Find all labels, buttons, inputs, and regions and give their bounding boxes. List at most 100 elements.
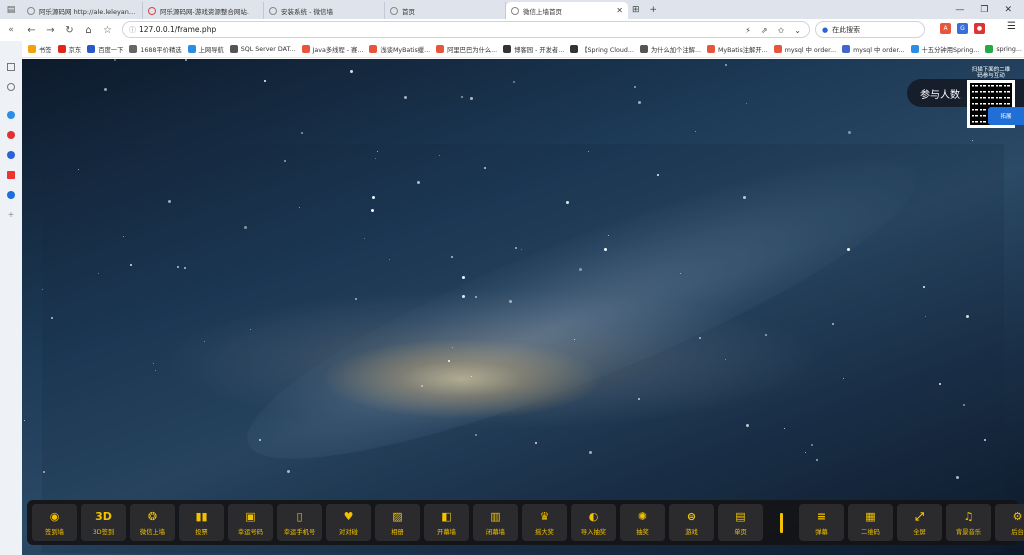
toolbar-button-page[interactable]: ▤ 单页 [718,504,763,541]
pen-panel-icon[interactable] [7,83,15,91]
tab-0[interactable]: 阿乐源码网 http://ale.leleyangyo [22,2,143,19]
toolbar-button-fullscreen[interactable]: ⤢ 全屏 [897,504,942,541]
blue-app-icon[interactable] [7,111,15,119]
tab-2[interactable]: 安装系统 - 微信墙 [264,2,385,19]
add-panel-icon[interactable]: + [7,211,15,219]
clock-app-icon[interactable] [7,191,15,199]
toolbar-button-trophy[interactable]: ♛ 摇大奖 [522,504,567,541]
image-icon: ▨ [392,510,403,523]
bookmark-item[interactable]: mysql 中 order... [842,45,905,54]
toolbar-label: 游戏 [685,528,698,536]
pdf-extension-icon[interactable]: A [940,23,951,34]
bookmark-label: 【Spring Cloud... [581,46,634,54]
toolbar-button-qrcode[interactable]: ▦ 二维码 [848,504,893,541]
bookmark-label: 1688平价精选 [140,46,182,54]
bookmark-item[interactable]: SQL Server DAT... [229,45,296,53]
red-app-icon[interactable] [7,131,15,139]
star-dot [471,376,472,377]
bookmark-item[interactable]: 1688平价精选 [129,45,182,54]
address-bar[interactable]: ⓘ 127.0.0.1/frame.php ⚡ ⇗ ✩ ⌄ [122,21,810,38]
red-extension-icon[interactable]: ● [974,23,985,34]
phone-icon: ▯ [296,510,303,523]
bookmark-item[interactable]: 书签 [28,45,52,54]
bookmark-item[interactable]: 浅谈MyBatis缓... [369,45,430,54]
browser-window: ▤ 阿乐源码网 http://ale.leleyangyo 阿乐源码网-游戏资源… [0,0,1024,555]
mail-app-icon[interactable] [7,171,15,179]
star-dot [725,359,726,360]
bookmark-favicon-icon [301,45,310,53]
home-button[interactable]: ⌂ [79,25,98,36]
toolbar-button-curtain-close[interactable]: ▥ 闭幕墙 [473,504,518,541]
chart-icon: ▮▮ [195,510,208,523]
toolbar-button-ticket[interactable]: ▣ 幸运号码 [228,504,273,541]
bookmark-item[interactable]: 上网导航 [187,45,224,54]
fullscreen-icon: ⤢ [915,509,924,523]
tab-4-active[interactable]: 微信上墙首页 ✕ [506,2,628,19]
new-tab-button[interactable]: + [650,5,658,15]
tab-1[interactable]: 阿乐源码网-游戏资源整合网站. [143,2,264,19]
favorite-star-button[interactable]: ☆ [98,25,117,36]
dropdown-icon[interactable]: ⌄ [794,26,801,35]
paw-app-icon[interactable] [7,151,15,159]
bookmark-star-icon[interactable]: ✩ [778,26,785,35]
toolbar-label: 摇大奖 [535,528,554,536]
tab-grid-icon[interactable]: ⊞ [632,5,640,15]
share-icon[interactable]: ⇗ [761,26,768,35]
star-dot [259,439,261,441]
toolbar-button-3d[interactable]: 3D 3D签到 [81,504,126,541]
forward-button[interactable]: → [41,25,60,36]
reload-button[interactable]: ↻ [60,25,79,36]
toolbar-button-chart[interactable]: ▮▮ 投票 [179,504,224,541]
star-dot [244,226,247,229]
participants-label: 参与人数 [920,89,960,101]
translate-extension-icon[interactable]: G [957,23,968,34]
tab-sidebar-icon[interactable]: ▤ [0,0,22,19]
search-input[interactable]: ● 在此搜索 [815,21,925,38]
bookmark-item[interactable]: 阿里巴巴为什么... [436,45,497,54]
toolbar-button-heart[interactable]: ♥ 对对碰 [326,504,371,541]
lightning-icon[interactable]: ⚡ [745,26,751,35]
star-dot [765,334,767,336]
bookmark-item[interactable]: MyBatis注解开... [706,45,768,54]
star-panel-icon[interactable] [7,63,15,71]
toolbar-button-phone[interactable]: ▯ 幸运手机号 [277,504,322,541]
toolbar-button-music[interactable]: ♫ 背景音乐 [946,504,991,541]
bookmark-item[interactable]: 【Spring Cloud... [570,45,634,54]
toolbar-button-import[interactable]: ◐ 导入抽奖 [571,504,616,541]
back-button[interactable]: ← [22,25,41,36]
bookmark-label: spring... [996,45,1022,53]
toolbar-button-curtain-open[interactable]: ◧ 开幕墙 [424,504,469,541]
bookmark-item[interactable]: Java多线程 - 赛... [301,45,363,54]
3d-icon: 3D [95,510,112,523]
bookmark-item[interactable]: 为什么加个注解... [639,45,701,54]
side-badge[interactable]: 拓展 [988,107,1024,125]
close-icon[interactable]: ✕ [616,6,623,15]
bookmark-item[interactable]: 百度一下 [87,45,123,54]
toolbar-button-gamepad[interactable]: ⊜ 游戏 [669,504,714,541]
toolbar-button-pin[interactable]: ◉ 签到墙 [32,504,77,541]
star-dot [608,235,609,236]
tab-3[interactable]: 首页 [385,2,506,19]
star-dot [168,200,171,203]
bookmark-item[interactable]: 博客园 - 开发者... [503,45,564,54]
toolbar-label: 抽奖 [636,528,649,536]
toolbar-button-image[interactable]: ▨ 相册 [375,504,420,541]
bookmark-item[interactable]: 京东 [57,45,82,54]
bookmark-item[interactable]: 十五分钟用Spring... [910,45,979,54]
star-dot [130,264,132,266]
bookmark-item[interactable]: mysql 中 order... [773,45,836,54]
star-dot [638,101,641,104]
collapse-icon[interactable]: « [0,25,22,35]
toolbar-button-wheel[interactable]: ✺ 抽奖 [620,504,665,541]
menu-icon[interactable]: ☰ [1007,21,1016,32]
toolbar-button-gear[interactable]: ⚙ 后台 [995,504,1024,541]
bookmark-label: 京东 [68,46,82,54]
bookmark-item[interactable]: spring... [985,45,1022,53]
minimize-icon[interactable]: — [955,5,964,15]
toolbar-button-wechat[interactable]: ❂ 微信上墙 [130,504,175,541]
window-close-icon[interactable]: ✕ [1004,5,1012,15]
music-icon: ♫ [963,510,974,523]
restore-icon[interactable]: ❐ [980,5,988,15]
bookmark-favicon-icon [436,45,445,53]
toolbar-button-danmaku[interactable]: ≡ 弹幕 [799,504,844,541]
